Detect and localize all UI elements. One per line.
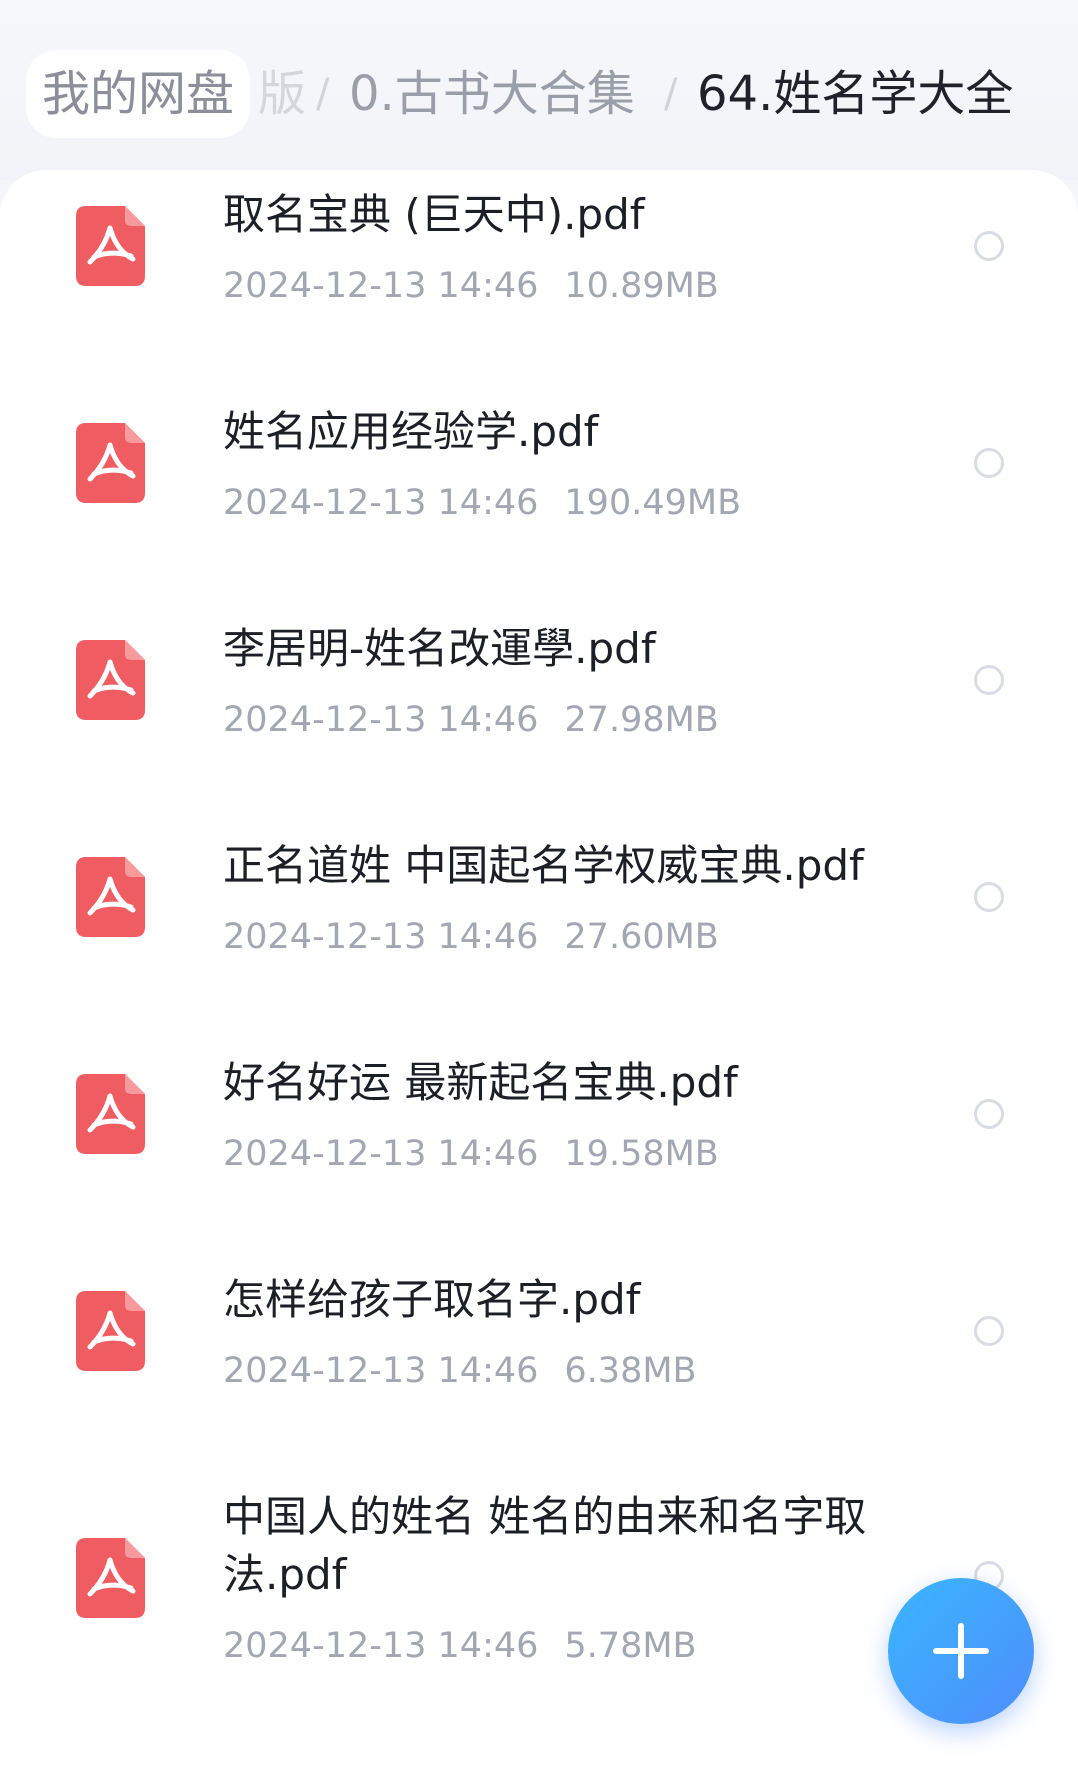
file-date: 2024-12-13 14:46 (223, 1626, 539, 1666)
breadcrumb: 版 我的网盘 / 0.古书大合集 / 64.姓名学大全 (0, 48, 1078, 144)
file-name: 怎样给孩子取名字.pdf (223, 1275, 641, 1324)
file-size: 19.58MB (564, 1134, 719, 1174)
file-name: 好名好运 最新起名宝典.pdf (223, 1058, 738, 1107)
select-radio[interactable] (974, 1316, 1004, 1346)
file-meta: 2024-12-13 14:46 10.89MB (223, 264, 719, 308)
header: 版 我的网盘 / 0.古书大合集 / 64.姓名学大全 (0, 0, 1078, 180)
pdf-icon (76, 1538, 145, 1618)
select-radio[interactable] (974, 231, 1004, 261)
file-meta: 2024-12-13 14:46 27.98MB (223, 698, 719, 742)
breadcrumb-root[interactable]: 我的网盘 (26, 50, 251, 138)
file-size: 190.49MB (564, 483, 742, 523)
file-date: 2024-12-13 14:46 (223, 266, 539, 306)
file-name: 姓名应用经验学.pdf (223, 407, 599, 456)
file-date: 2024-12-13 14:46 (223, 1351, 539, 1391)
select-radio[interactable] (974, 665, 1004, 695)
file-size: 10.89MB (564, 266, 719, 306)
file-size: 6.38MB (564, 1351, 697, 1391)
file-name: 取名宝典 (巨天中).pdf (223, 190, 645, 239)
breadcrumb-faded-item: 版 (258, 66, 307, 122)
file-meta: 2024-12-13 14:46 19.58MB (223, 1132, 719, 1176)
file-date: 2024-12-13 14:46 (223, 1134, 539, 1174)
file-date: 2024-12-13 14:46 (223, 700, 539, 740)
pdf-icon (76, 640, 145, 720)
pdf-icon (76, 1074, 145, 1154)
file-name: 正名道姓 中国起名学权威宝典.pdf (223, 841, 864, 890)
select-radio[interactable] (974, 448, 1004, 478)
add-button[interactable] (888, 1578, 1034, 1724)
file-name: 中国人的姓名 姓名的由来和名字取法.pdf (223, 1492, 867, 1599)
file-size: 27.60MB (564, 917, 719, 957)
breadcrumb-current: 64.姓名学大全 (697, 66, 1014, 122)
file-meta: 2024-12-13 14:46 6.38MB (223, 1349, 697, 1393)
breadcrumb-parent[interactable]: 0.古书大合集 (349, 50, 635, 138)
select-radio[interactable] (974, 1099, 1004, 1129)
pdf-icon (76, 857, 145, 937)
plus-icon (933, 1623, 989, 1679)
file-name: 李居明-姓名改運學.pdf (223, 624, 656, 673)
file-size: 5.78MB (564, 1626, 697, 1666)
file-meta: 2024-12-13 14:46 190.49MB (223, 481, 741, 525)
pdf-icon (76, 423, 145, 503)
pdf-icon (76, 1291, 145, 1371)
breadcrumb-separator: / (316, 71, 330, 117)
file-meta: 2024-12-13 14:46 27.60MB (223, 915, 719, 959)
file-date: 2024-12-13 14:46 (223, 483, 539, 523)
pdf-icon (76, 206, 145, 286)
select-radio[interactable] (974, 882, 1004, 912)
file-meta: 2024-12-13 14:46 5.78MB (223, 1624, 697, 1668)
file-size: 27.98MB (564, 700, 719, 740)
file-date: 2024-12-13 14:46 (223, 917, 539, 957)
breadcrumb-separator: / (664, 71, 678, 117)
